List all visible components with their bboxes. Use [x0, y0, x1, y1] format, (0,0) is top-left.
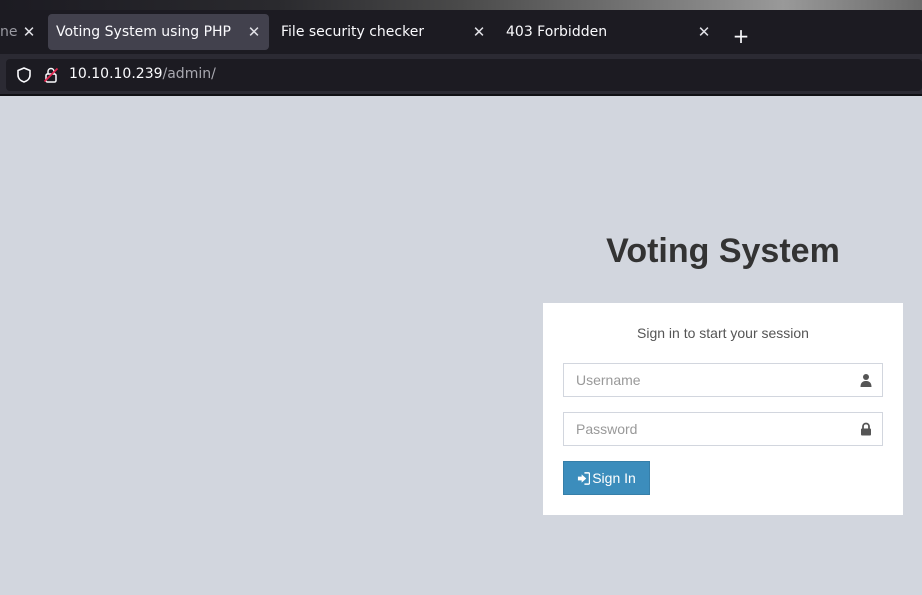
sign-in-icon: [578, 471, 591, 485]
window-top-strip: [0, 0, 922, 10]
navigation-bar: 10.10.10.239/admin/: [0, 54, 922, 95]
user-icon: [860, 374, 872, 387]
username-field: [563, 363, 883, 397]
shield-icon[interactable]: [15, 66, 33, 84]
tab-voting-system[interactable]: Voting System using PHP ✕: [48, 14, 269, 50]
url-text[interactable]: 10.10.10.239/admin/: [69, 66, 216, 82]
close-icon[interactable]: ✕: [695, 23, 713, 41]
login-box: Sign in to start your session Sign In: [543, 303, 903, 515]
login-box-message: Sign in to start your session: [637, 325, 809, 341]
insecure-lock-icon[interactable]: [42, 66, 60, 84]
close-icon[interactable]: ✕: [470, 23, 488, 41]
tab-403-forbidden[interactable]: 403 Forbidden ✕: [498, 14, 719, 50]
tab-partial[interactable]: ne ✕: [0, 14, 44, 50]
sign-in-label: Sign In: [592, 470, 636, 486]
username-input[interactable]: [564, 364, 882, 396]
page-title: Voting System: [606, 232, 840, 270]
tab-label: Voting System using PHP: [56, 24, 231, 40]
navbar-divider: [0, 94, 922, 96]
tab-label: 403 Forbidden: [506, 24, 608, 40]
tab-bar: ne ✕ Voting System using PHP ✕ File secu…: [0, 10, 922, 54]
url-host: 10.10.10.239: [69, 66, 163, 82]
tab-file-security-checker[interactable]: File security checker ✕: [273, 14, 494, 50]
password-field: [563, 412, 883, 446]
sign-in-button[interactable]: Sign In: [563, 461, 650, 495]
password-input[interactable]: [564, 413, 882, 445]
close-icon[interactable]: ✕: [20, 23, 38, 41]
lock-icon: [861, 422, 871, 436]
url-path: /admin/: [162, 66, 216, 82]
close-icon[interactable]: ✕: [245, 23, 263, 41]
plus-icon[interactable]: +: [728, 23, 754, 49]
tab-label: ne: [0, 24, 18, 40]
url-bar[interactable]: 10.10.10.239/admin/: [6, 59, 922, 91]
tab-label: File security checker: [281, 24, 425, 40]
